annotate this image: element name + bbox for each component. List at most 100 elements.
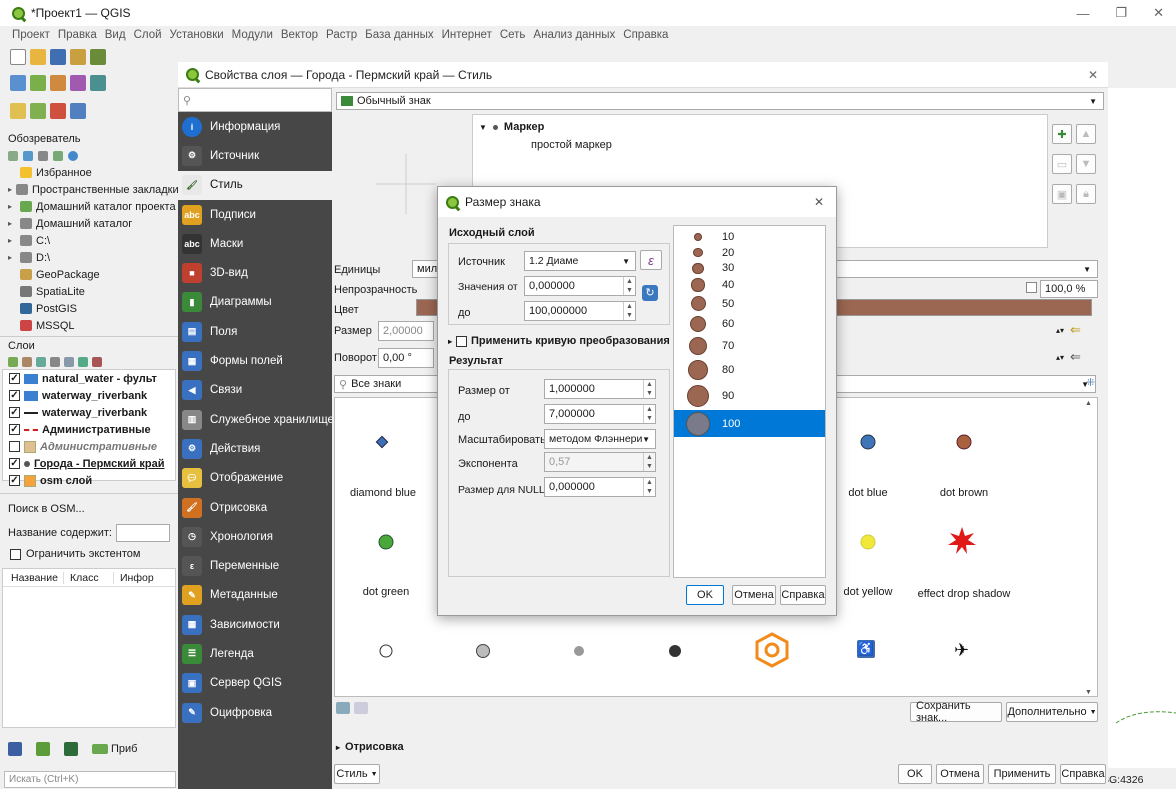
sidebar-item[interactable]: ▤ Поля — [178, 317, 332, 346]
layer-visibility-checkbox[interactable]: ✓ — [9, 424, 20, 435]
add-selected-icon[interactable] — [8, 151, 18, 161]
renderer-select[interactable]: Обычный знак ▼ — [336, 92, 1104, 110]
layer-visibility-checkbox[interactable]: ✓ — [9, 407, 20, 418]
col-class[interactable]: Класс — [63, 571, 113, 584]
expand-icon[interactable] — [64, 357, 74, 367]
spin-icon[interactable]: ▲ ▼ — [623, 277, 635, 295]
layer-visibility-checkbox[interactable]: ✓ — [9, 390, 20, 401]
legend-row[interactable]: 100 — [674, 410, 825, 438]
sidebar-item[interactable]: abc Подписи — [178, 200, 332, 229]
dot-yellow-symbol[interactable] — [860, 534, 876, 550]
advanced-button[interactable]: Дополнительно ▼ — [1006, 702, 1098, 722]
browser-item[interactable]: GeoPackage — [0, 266, 178, 283]
popup-cancel-button[interactable]: Отмена — [732, 585, 776, 605]
menu-item[interactable]: Вид — [105, 29, 126, 41]
expand-icon[interactable]: ▸ — [8, 219, 16, 228]
sidebar-item[interactable]: ▥ Служебное хранилище — [178, 405, 334, 434]
add-group-icon[interactable] — [22, 357, 32, 367]
layer-item[interactable]: ✓ natural_water - фульт — [3, 370, 175, 387]
remove-layer-icon[interactable] — [92, 357, 102, 367]
open-project-icon[interactable] — [30, 49, 46, 65]
sidebar-item[interactable]: ⚙ Источник — [178, 141, 332, 170]
col-name[interactable]: Название — [3, 572, 63, 584]
osm-extent-checkbox[interactable] — [10, 548, 21, 560]
sidebar-item[interactable]: 🖌︎ Стиль — [178, 170, 332, 200]
menu-item[interactable]: Модули — [232, 29, 273, 41]
popup-help-button[interactable]: Справка — [780, 585, 826, 605]
style-menu-button[interactable]: Стиль ▼ — [334, 764, 380, 784]
sidebar-item[interactable]: ▦ Зависимости — [178, 610, 332, 639]
dot-grey-symbol[interactable] — [572, 644, 586, 658]
help-button[interactable]: Справка — [1060, 764, 1106, 784]
maximize-icon[interactable]: ❐ — [1115, 5, 1127, 21]
dot-blue-symbol[interactable] — [860, 434, 876, 450]
python-icon[interactable] — [64, 742, 78, 756]
legend-row[interactable]: 90 — [674, 383, 825, 408]
filter-icon[interactable] — [30, 103, 46, 119]
visibility-icon[interactable] — [36, 357, 46, 367]
collapse-all-icon[interactable] — [78, 357, 88, 367]
legend-row[interactable]: 80 — [674, 359, 825, 382]
spin-icon[interactable]: ▲ ▼ — [643, 453, 655, 471]
expand-icon[interactable]: ▸ — [8, 202, 16, 211]
tree-simple-marker[interactable]: простой маркер — [531, 139, 612, 151]
sidebar-search[interactable]: ⚲ — [178, 88, 332, 112]
select-icon[interactable] — [10, 103, 26, 119]
list-view-icon[interactable] — [354, 702, 368, 714]
tree-marker[interactable]: ▼ Маркер — [479, 121, 544, 133]
dialog-close-icon[interactable]: ✕ — [1088, 68, 1098, 82]
legend-row[interactable]: 30 — [674, 261, 825, 275]
help-icon[interactable] — [8, 742, 22, 756]
spin-icon[interactable]: ▲ ▼ — [643, 478, 655, 496]
gallery-scrollbar[interactable]: ▲ ▼ — [1085, 400, 1095, 696]
duplicate-button[interactable]: ▣ — [1052, 184, 1072, 204]
popup-ok-button[interactable]: OK — [686, 585, 724, 605]
cancel-button[interactable]: Отмена — [936, 764, 984, 784]
lock-button[interactable]: 🔒︎ — [1076, 184, 1096, 204]
menu-item[interactable]: Справка — [623, 29, 668, 41]
sidebar-item[interactable]: ☰ Легенда — [178, 639, 332, 668]
legend-row[interactable]: 60 — [674, 314, 825, 334]
sidebar-item[interactable]: ▣ Сервер QGIS — [178, 669, 332, 698]
apply-button[interactable]: Применить — [988, 764, 1056, 784]
save-symbol-button[interactable]: Сохранить знак... — [910, 700, 1002, 724]
identify-icon[interactable] — [70, 103, 86, 119]
size-spinbox[interactable]: 2,00000 — [378, 321, 434, 341]
menu-item[interactable]: Анализ данных — [533, 29, 615, 41]
opacity-slider-handle[interactable] — [1026, 282, 1037, 293]
collapse-icon[interactable] — [53, 151, 63, 161]
size-to-spinbox[interactable]: 7,000000 ▲ ▼ — [544, 404, 656, 424]
symbol-label[interactable]: dot brown — [914, 487, 1014, 499]
circle-grey-symbol[interactable] — [475, 643, 491, 659]
pan-to-button[interactable]: Приб — [92, 743, 137, 755]
sidebar-item[interactable]: ◀ Связи — [178, 376, 332, 405]
browser-item[interactable]: ▸ Пространственные закладки — [0, 181, 178, 198]
menu-item[interactable]: Сеть — [500, 29, 526, 41]
col-info[interactable]: Инфор — [113, 571, 173, 584]
save-project-icon[interactable] — [50, 49, 66, 65]
layout-icon[interactable] — [70, 49, 86, 65]
sidebar-item[interactable]: abc Маски — [178, 229, 332, 258]
layer-visibility-checkbox[interactable] — [9, 441, 20, 452]
browser-item[interactable]: Избранное — [0, 164, 178, 181]
legend-row[interactable]: 20 — [674, 246, 825, 260]
menu-item[interactable]: Проект — [12, 29, 50, 41]
sidebar-item[interactable]: ε Переменные — [178, 551, 332, 580]
menu-item[interactable]: Интернет — [442, 29, 492, 41]
to-spinbox[interactable]: 100,000000 ▲ ▼ — [524, 301, 636, 321]
remove-layer-button[interactable]: ▭ — [1052, 154, 1072, 174]
dot-brown-symbol[interactable] — [956, 434, 972, 450]
menu-item[interactable]: База данных — [365, 29, 434, 41]
hexagon-orange-symbol[interactable] — [755, 632, 789, 668]
new-project-icon[interactable] — [10, 49, 26, 65]
layer-item[interactable]: ✓ waterway_riverbank — [3, 404, 175, 421]
layer-visibility-checkbox[interactable]: ✓ — [9, 458, 20, 469]
layer-item[interactable]: ✓ osm слой — [3, 472, 175, 489]
sidebar-item[interactable]: ■ 3D-вид — [178, 258, 332, 287]
menu-item[interactable]: Установки — [170, 29, 224, 41]
dot-green-symbol[interactable] — [378, 534, 394, 550]
symbol-label[interactable]: effect drop shadow — [914, 586, 1014, 602]
null-spinbox[interactable]: 0,000000 ▲ ▼ — [544, 477, 656, 497]
legend-row[interactable]: 70 — [674, 335, 825, 357]
locator-search[interactable]: Искать (Ctrl+K) — [4, 771, 176, 788]
